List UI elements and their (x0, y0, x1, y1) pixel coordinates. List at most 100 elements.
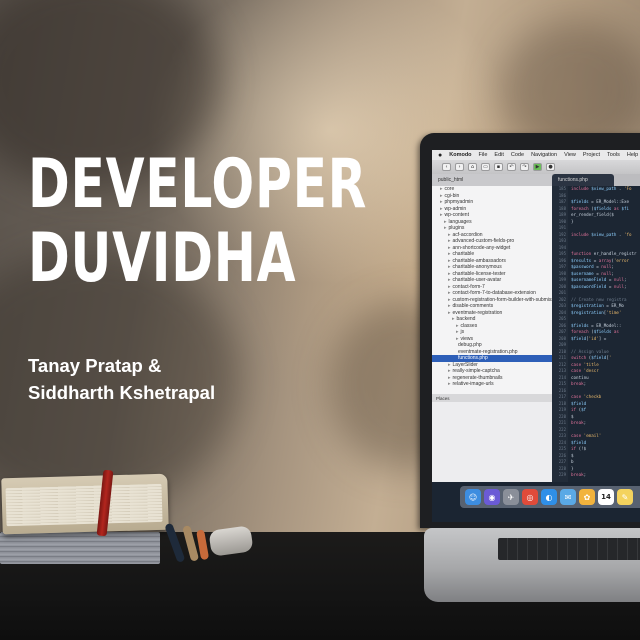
undo-icon: ↶ (507, 163, 516, 171)
tree-item-label: charitable-user-avatar (452, 277, 502, 283)
disclosure-icon: ▸ (456, 335, 459, 342)
disclosure-icon: ▸ (448, 309, 451, 316)
disclosure-icon: ▸ (448, 283, 451, 290)
tree-item-label: regenerate-thumbnails (452, 374, 503, 381)
tree-item-label: cgi-bin (444, 192, 460, 199)
menu-help: Help (626, 152, 639, 158)
safari-icon: ◐ (541, 489, 557, 505)
disclosure-icon: ▸ (448, 290, 451, 296)
disclosure-icon: ▸ (444, 218, 447, 225)
debug-icon: ● (546, 163, 555, 171)
tree-item-label: eventmate-registration (452, 309, 503, 316)
author-line-1: Tanay Pratap & (28, 355, 162, 376)
tree-item-label: custom-registration-form-builder-with-su… (452, 296, 552, 303)
code-editor: include $view_path . 'Fo $fields = ER_Mod… (568, 186, 640, 482)
launchpad-icon: ✈ (503, 489, 519, 505)
disclosure-icon: ▸ (448, 296, 451, 303)
folder-icon: ▭ (481, 163, 490, 171)
line-number: 229 (558, 472, 566, 477)
menu-project: Project (582, 152, 601, 158)
disclosure-icon: ▸ (448, 238, 451, 244)
tree-item-label: charitable-ambassadors (452, 257, 506, 264)
notebook (1, 473, 169, 535)
tree-item-label: core (444, 186, 455, 192)
tree-item-label: functions.php (458, 355, 488, 361)
title-line-2: DUVIDHA (28, 219, 297, 298)
disclosure-icon: ▸ (456, 329, 459, 335)
tree-item-label: wp-admin (444, 205, 467, 212)
run-icon: ▶ (533, 163, 542, 171)
menubar-app-name: Komodo (449, 152, 472, 158)
tree-item-label: ann-shortcode-any-widget (452, 244, 511, 251)
tree-item-label: disable-comments (452, 303, 494, 309)
author-line-2: Siddharth Kshetrapal (28, 382, 216, 403)
tree-item-label: views (460, 335, 474, 342)
mail-icon: ✉ (560, 489, 576, 505)
disclosure-icon: ▸ (448, 264, 451, 270)
tree-item-label: classes (460, 322, 478, 329)
redo-icon: ↷ (520, 163, 529, 171)
apple-icon: ● (438, 151, 443, 159)
tree-item-label: charitable-anonymous (452, 264, 502, 270)
tree-item-label: plugins (448, 225, 465, 231)
tree-item-label: contact-form-7-to-database-extension (452, 290, 536, 296)
disclosure-icon: ▸ (440, 186, 443, 192)
forward-icon: › (455, 163, 464, 171)
tree-item-label: eventmate-registration.php (458, 348, 518, 355)
disclosure-icon: ▸ (448, 231, 451, 238)
laptop-keyboard (498, 538, 640, 560)
disclosure-icon: ▸ (448, 368, 451, 374)
project-tree: ▸ core ▸ cgi-bin ▸ phpmyadmin ▸ wp-admin ▸ wp-con… (432, 186, 552, 394)
menu-navigation: Navigation (531, 152, 558, 158)
editor-tabs: public_html functions.php (432, 174, 640, 186)
calendar-icon: 14 (598, 489, 614, 505)
places-pane-header: Places (432, 394, 552, 402)
save-icon: ▪ (494, 163, 503, 171)
disclosure-icon: ▸ (448, 244, 451, 251)
sidebar-tab: public_html (432, 174, 552, 186)
line-number-gutter: 185 186 187 188 189 190 191 192 193 194 195 196 197 1… (552, 186, 568, 482)
editor-toolbar: ‹ › ⌂ ▭ ▪ ↶ ↷ ▶ ● (432, 160, 640, 174)
mac-dock: ☺ ◉ ✈ ◎ ◐ ✉ ✿ 14 ✎ (460, 486, 640, 508)
tree-item-label: charitable (452, 251, 475, 257)
disclosure-icon: ▸ (440, 192, 443, 199)
places-pane (432, 402, 552, 482)
disclosure-icon: ▸ (440, 199, 443, 205)
tree-item-label: debug.php (458, 342, 482, 348)
tree-item-label: wp-content (444, 212, 469, 218)
photos-icon: ✿ (579, 489, 595, 505)
tree-item-label: js (460, 329, 465, 335)
tree-item-label: acf-accordion (452, 231, 483, 238)
cover-image: ● Komodo File Edit Code Navigation View … (0, 0, 640, 640)
book-title: DEVELOPER DUVIDHA (28, 145, 368, 298)
tree-item-label: LayerSlider (452, 361, 478, 368)
notes-icon: ✎ (617, 489, 633, 505)
tree-item-label: phpmyadmin (444, 199, 474, 205)
menu-tools: Tools (607, 152, 620, 158)
tree-item-label: contact-form-7 (452, 283, 485, 290)
menu-file: File (478, 152, 488, 158)
disclosure-icon: ▸ (448, 257, 451, 264)
siri-icon: ◉ (484, 489, 500, 505)
chrome-icon: ◎ (522, 489, 538, 505)
disclosure-icon: ▸ (448, 361, 451, 368)
title-line-1: DEVELOPER (28, 145, 368, 224)
menu-view: View (564, 152, 576, 158)
disclosure-icon: ▸ (456, 322, 459, 329)
tree-item-label: charitable-license-tester (452, 270, 506, 277)
disclosure-icon: ▸ (448, 270, 451, 277)
home-icon: ⌂ (468, 163, 477, 171)
tree-item-label: relative-image-urls (452, 381, 494, 387)
code-line: include $view_path . 'fo (571, 231, 632, 237)
book-stack (0, 532, 160, 564)
laptop-screen: ● Komodo File Edit Code Navigation View … (432, 150, 640, 522)
mac-menubar: ● Komodo File Edit Code Navigation View … (432, 150, 640, 160)
disclosure-icon: ▸ (448, 374, 451, 381)
tree-item-label: languages (448, 218, 472, 225)
file-tab: functions.php (552, 174, 614, 186)
tree-item-label: really-simple-captcha (452, 368, 500, 374)
disclosure-icon: ▸ (448, 381, 451, 387)
disclosure-icon: ▸ (440, 212, 443, 218)
finder-icon: ☺ (465, 489, 481, 505)
disclosure-icon: ▸ (440, 205, 443, 212)
